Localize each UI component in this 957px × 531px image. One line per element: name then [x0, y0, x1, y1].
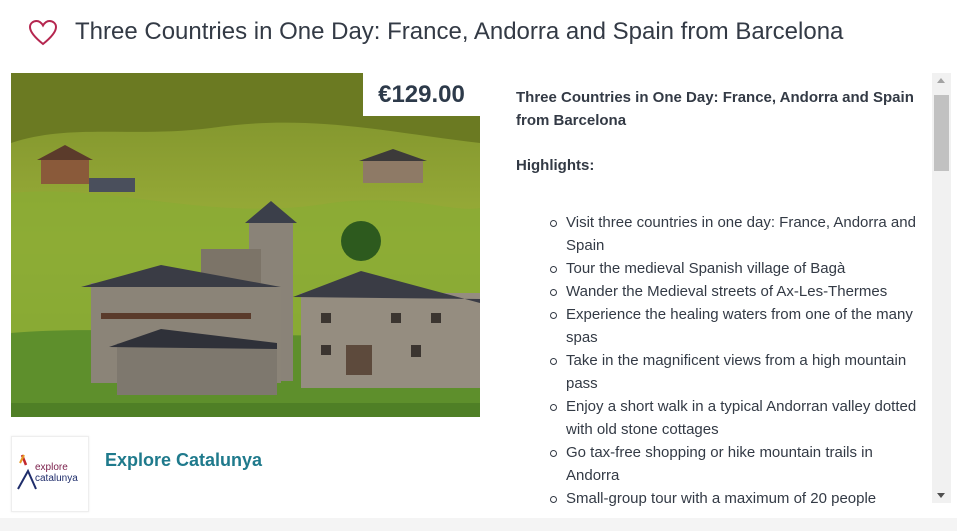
bullet-icon: [550, 220, 557, 227]
bullet-icon: [550, 496, 557, 503]
bullet-icon: [550, 404, 557, 411]
bottom-divider: [0, 518, 957, 531]
list-item: Visit three countries in one day: France…: [550, 211, 926, 257]
scroll-up-button[interactable]: [932, 73, 951, 89]
description-title: Three Countries in One Day: France, Ando…: [516, 89, 914, 129]
scroll-down-button[interactable]: [932, 487, 951, 503]
heart-icon[interactable]: [29, 20, 57, 46]
price-badge: €129.00: [363, 73, 480, 116]
supplier-link[interactable]: Explore Catalunya: [105, 450, 262, 471]
bullet-icon: [550, 450, 557, 457]
highlights-list: Visit three countries in one day: France…: [516, 211, 926, 506]
logo-text-explore: explore: [35, 462, 68, 473]
page-header: Three Countries in One Day: France, Ando…: [0, 0, 957, 72]
tour-photo: [11, 73, 480, 417]
bullet-icon: [550, 289, 557, 296]
tour-description: Three Countries in One Day: France, Ando…: [516, 86, 926, 506]
highlights-heading: Highlights:: [516, 157, 595, 174]
bullet-icon: [550, 266, 557, 273]
list-item: Small-group tour with a maximum of 20 pe…: [550, 487, 926, 506]
bullet-icon: [550, 312, 557, 319]
logo-text-catalunya: catalunya: [35, 473, 78, 484]
list-item: Wander the Medieval streets of Ax-Les-Th…: [550, 280, 926, 303]
bullet-icon: [550, 358, 557, 365]
supplier-logo: explore catalunya: [11, 436, 89, 512]
arrow-down-icon: [937, 493, 945, 498]
list-item: Experience the healing waters from one o…: [550, 303, 926, 349]
page-title: Three Countries in One Day: France, Ando…: [75, 18, 844, 45]
list-item: Enjoy a short walk in a typical Andorran…: [550, 395, 926, 441]
scroll-thumb[interactable]: [934, 95, 949, 171]
arrow-up-icon: [937, 78, 945, 83]
list-item: Take in the magnificent views from a hig…: [550, 349, 926, 395]
description-scrollbar[interactable]: [932, 73, 951, 503]
list-item: Go tax-free shopping or hike mountain tr…: [550, 441, 926, 487]
list-item: Tour the medieval Spanish village of Bag…: [550, 257, 926, 280]
